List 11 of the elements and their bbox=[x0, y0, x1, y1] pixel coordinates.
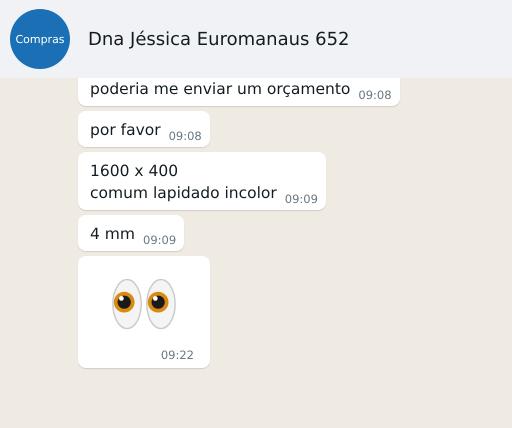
message-time: 09:09 bbox=[143, 233, 176, 247]
message-time: 09:08 bbox=[168, 129, 202, 143]
contact-avatar[interactable]: Compras bbox=[10, 9, 70, 69]
message-time: 09:22 bbox=[160, 348, 194, 362]
message-time: 09:09 bbox=[284, 192, 318, 206]
message-text: poderia me enviar um orçamento bbox=[90, 79, 350, 100]
message-time: 09:08 bbox=[358, 88, 392, 102]
message-text: 1600 x 400 comum lapidado incolor bbox=[90, 161, 277, 204]
contact-name: Dna Jéssica Euromanaus 652 bbox=[88, 28, 350, 50]
message-text: por favor bbox=[90, 120, 161, 141]
message-text: 4 mm bbox=[90, 224, 135, 245]
